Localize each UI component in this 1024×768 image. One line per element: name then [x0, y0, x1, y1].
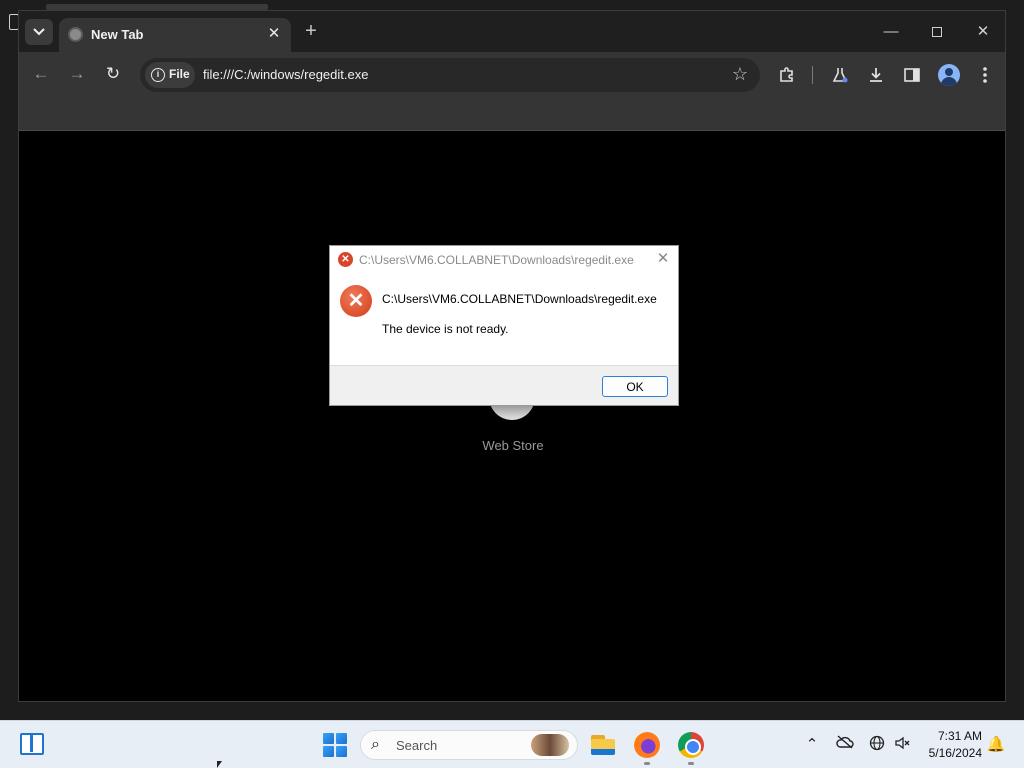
- dialog-footer: OK: [330, 365, 678, 405]
- error-icon: ✕: [338, 252, 353, 267]
- dialog-title: C:\Users\VM6.COLLABNET\Downloads\regedit…: [359, 253, 634, 267]
- windows-logo-pane: [323, 733, 334, 744]
- address-bar[interactable]: i File file:///C:/windows/regedit.exe ☆: [140, 58, 760, 92]
- tab-strip: New Tab ✕ + — ✕: [19, 11, 1005, 52]
- minimize-button[interactable]: —: [871, 19, 911, 45]
- avatar-head: [945, 68, 953, 76]
- folder-strip: [591, 749, 615, 755]
- maximize-button[interactable]: [917, 19, 957, 45]
- chrome-running-indicator: [688, 762, 694, 765]
- tab-new-tab[interactable]: New Tab ✕: [59, 18, 291, 52]
- ok-button[interactable]: OK: [602, 376, 668, 397]
- toolbar-lower-area: [19, 98, 1005, 131]
- dialog-body: ✕ C:\Users\VM6.COLLABNET\Downloads\reged…: [330, 273, 678, 365]
- url-text[interactable]: file:///C:/windows/regedit.exe: [203, 67, 368, 82]
- dialog-message: The device is not ready.: [382, 322, 509, 336]
- widgets-icon[interactable]: [20, 733, 44, 755]
- back-button[interactable]: ←: [30, 63, 52, 85]
- error-dialog: ✕ C:\Users\VM6.COLLABNET\Downloads\reged…: [329, 245, 679, 406]
- maximize-icon: [932, 27, 942, 37]
- new-tab-page: Web Store: [19, 132, 1005, 701]
- mouse-cursor: [217, 761, 222, 768]
- site-info-chip[interactable]: i File: [145, 62, 195, 88]
- windows-logo-pane: [336, 746, 347, 757]
- tab-search-button[interactable]: [25, 19, 53, 45]
- search-highlight-image: [531, 734, 569, 756]
- error-icon: ✕: [340, 285, 372, 317]
- firefox-running-indicator: [644, 762, 650, 765]
- window-close-button[interactable]: ✕: [963, 19, 1003, 45]
- search-placeholder: Search: [396, 738, 438, 753]
- tray-chevron-icon[interactable]: ⌃: [802, 735, 822, 755]
- chevron-down-icon: [33, 28, 45, 36]
- dialog-path-text: C:\Users\VM6.COLLABNET\Downloads\regedit…: [382, 292, 657, 306]
- windows-logo-pane: [336, 733, 347, 744]
- web-store-shortcut-label[interactable]: Web Store: [463, 438, 563, 453]
- bookmark-star-icon[interactable]: ☆: [732, 64, 748, 85]
- forward-button[interactable]: →: [66, 63, 88, 85]
- globe-icon: [68, 27, 83, 42]
- clock-time[interactable]: 7:31 AM: [922, 729, 982, 743]
- volume-muted-icon[interactable]: [892, 735, 912, 755]
- onedrive-offline-icon[interactable]: [835, 735, 855, 755]
- browser-toolbar: ← → ↻ i File file:///C:/windows/regedit.…: [19, 52, 1005, 98]
- extensions-icon[interactable]: [776, 64, 798, 86]
- chrome-icon[interactable]: [678, 732, 704, 758]
- menu-icon[interactable]: [974, 64, 996, 86]
- file-explorer-icon[interactable]: [590, 732, 616, 758]
- notifications-bell-icon[interactable]: 🔔: [986, 735, 1006, 755]
- download-icon[interactable]: [865, 64, 887, 86]
- dialog-titlebar[interactable]: ✕ C:\Users\VM6.COLLABNET\Downloads\reged…: [330, 246, 678, 273]
- dialog-close-button[interactable]: ✕: [654, 250, 672, 268]
- clock-date[interactable]: 5/16/2024: [912, 746, 982, 760]
- start-button[interactable]: [323, 733, 347, 757]
- firefox-icon[interactable]: [634, 732, 660, 758]
- windows-logo-pane: [323, 746, 334, 757]
- side-panel-icon[interactable]: [901, 64, 923, 86]
- site-info-label: File: [169, 67, 190, 81]
- taskbar-search-box[interactable]: ⌕ Search: [360, 730, 578, 760]
- avatar-body: [941, 77, 957, 86]
- tab-close-icon[interactable]: ✕: [265, 25, 283, 43]
- tab-title: New Tab: [91, 27, 144, 42]
- search-icon: ⌕: [371, 736, 380, 753]
- reload-button[interactable]: ↻: [102, 63, 124, 85]
- profile-avatar-icon[interactable]: [938, 64, 960, 86]
- network-globe-icon[interactable]: [867, 735, 887, 755]
- info-icon: i: [151, 68, 165, 82]
- new-tab-button[interactable]: +: [301, 21, 321, 41]
- labs-icon[interactable]: [829, 64, 851, 86]
- taskbar: ⌕ Search ⌃ 7:31 AM 5/16/2024 🔔: [0, 720, 1024, 768]
- toolbar-separator: [812, 66, 813, 84]
